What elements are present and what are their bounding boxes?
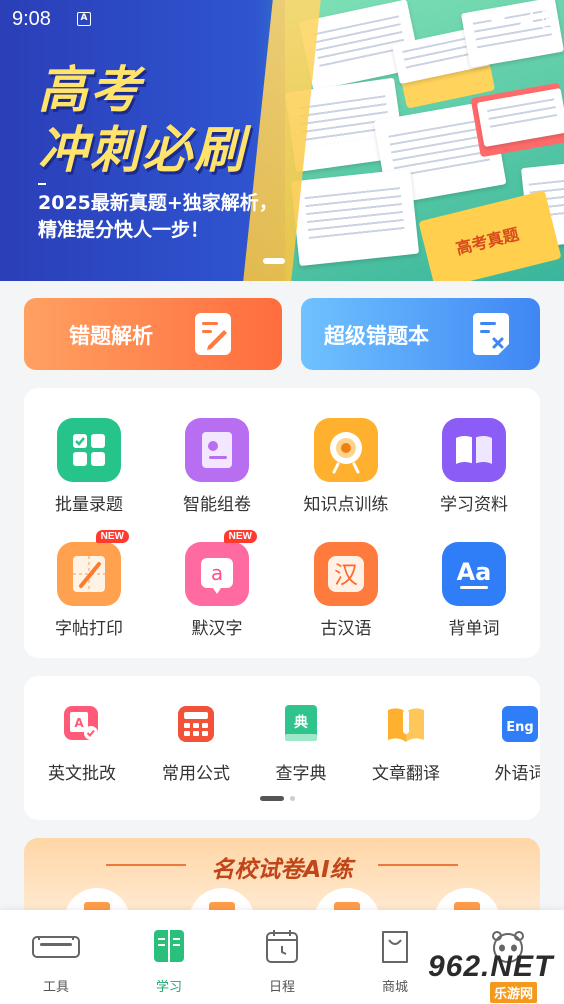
grid-item-dictation[interactable]: a NEW 默汉字 [152,530,282,639]
tool-formulas[interactable]: 常用公式 [146,702,246,784]
grid-item-batch-entry[interactable]: 批量录题 [24,418,154,515]
banner-headline: 高考 冲刺必刷 [38,61,246,179]
calendar-icon [262,928,302,964]
nav-label: 工具 [42,980,69,995]
nav-schedule[interactable]: 日程 [242,928,322,995]
toolbox-icon [32,928,80,964]
banner-pager-dot [263,258,285,264]
vocabulary-icon: Aa [442,542,506,606]
book-icon [442,418,506,482]
notification-a-icon: A [77,12,91,26]
nav-label: 日程 [268,980,295,995]
tool-foreign-words[interactable]: Eng 外语词 [470,702,540,784]
promo-banner[interactable]: 高考真题 高考 冲刺必刷 2025最新真题+独家解析， 精准提分快人一步！ [0,0,564,281]
tool-label: 常用公式 [162,764,230,784]
watermark-sub: 乐游网 [490,982,538,1003]
grid-item-smart-paper[interactable]: 智能组卷 [152,418,282,515]
exam-practice-title: 名校试卷AI练 [211,857,353,883]
grid-item-vocabulary[interactable]: Aa 背单词 [409,542,539,639]
grid-item-knowledge-training[interactable]: 知识点训练 [281,418,411,515]
new-badge: NEW [95,530,129,543]
wifi-icon [486,10,508,27]
pager-dot [290,796,295,801]
status-time: 9:08 [12,8,51,30]
grid-item-copybook-print[interactable]: NEW 字帖打印 [24,530,154,639]
shopping-bag-icon [375,928,415,964]
dictionary-glyph: 典 [294,714,308,731]
battery-icon [542,9,554,29]
grid-item-label: 学习资料 [440,495,508,515]
grid-item-label: 字帖打印 [55,619,123,639]
wrong-question-analysis-button[interactable]: 错题解析 [24,298,282,370]
grid-item-label: 古汉语 [320,619,372,639]
tool-label: 英文批改 [48,764,116,784]
grid-item-label: 默汉字 [191,619,243,639]
super-error-book-button[interactable]: 超级错题本 [301,298,540,370]
tools-carousel-card[interactable]: A 英文批改 常用公式 典 查字典 文章翻译 Eng 外语词 [24,676,540,820]
banner-dash [38,183,46,185]
dictation-glyph: a [211,561,223,585]
error-book-icon [473,313,509,355]
grid-item-label: 智能组卷 [183,495,251,515]
classical-glyph: 汉 [334,561,358,589]
foreign-words-icon: Eng [498,702,540,746]
eng-glyph: Eng [506,720,533,735]
svg-text:A: A [74,716,84,730]
super-error-book-label: 超级错题本 [324,324,429,348]
tool-article-translation[interactable]: 文章翻译 [356,702,456,784]
grid-item-study-materials[interactable]: 学习资料 [409,418,539,515]
edit-note-icon [195,313,231,355]
tool-dictionary[interactable]: 典 查字典 [251,702,351,784]
copybook-icon: NEW [57,530,129,606]
vocab-glyph: Aa [457,558,492,586]
feature-grid-card: 批量录题 智能组卷 知识点训练 学习资料 NEW 字帖打印 a NEW 默汉字 … [24,388,540,658]
classical-chinese-icon: 汉 [314,542,378,606]
tools-pager [260,796,295,801]
paper-icon [185,418,249,482]
new-badge: NEW [223,530,257,543]
english-correct-icon: A [60,702,104,746]
tool-label: 文章翻译 [372,764,440,784]
study-book-icon [149,928,189,964]
signal-icon [517,11,533,27]
tool-label: 外语词 [494,764,541,784]
dictation-icon: a NEW [185,530,257,606]
translate-icon [384,702,428,746]
nav-study[interactable]: 学习 [129,928,209,995]
grid-item-label: 批量录题 [55,495,123,515]
formula-icon [174,702,218,746]
grid-item-label: 知识点训练 [303,495,389,515]
target-icon [314,418,378,482]
banner-subtitle: 2025最新真题+独家解析， 精准提分快人一步！ [38,192,278,241]
nav-store[interactable]: 商城 [355,928,435,995]
grid-item-classical-chinese[interactable]: 汉 古汉语 [281,542,411,639]
status-bar: 9:08 A [0,0,564,38]
wrong-question-analysis-label: 错题解析 [69,324,153,348]
tool-label: 查字典 [275,764,327,784]
nav-tools[interactable]: 工具 [16,928,96,995]
nav-label: 商城 [381,980,408,995]
nav-label: 学习 [155,980,182,995]
site-watermark: 962.NET 乐游网 [424,950,560,1003]
tool-english-correction[interactable]: A 英文批改 [32,702,132,784]
grid-item-label: 背单词 [448,619,500,639]
grid-icon [57,418,121,482]
dictionary-icon: 典 [279,702,323,746]
pager-dot-active [260,796,284,801]
watermark-brand: 962.NET [428,950,554,983]
